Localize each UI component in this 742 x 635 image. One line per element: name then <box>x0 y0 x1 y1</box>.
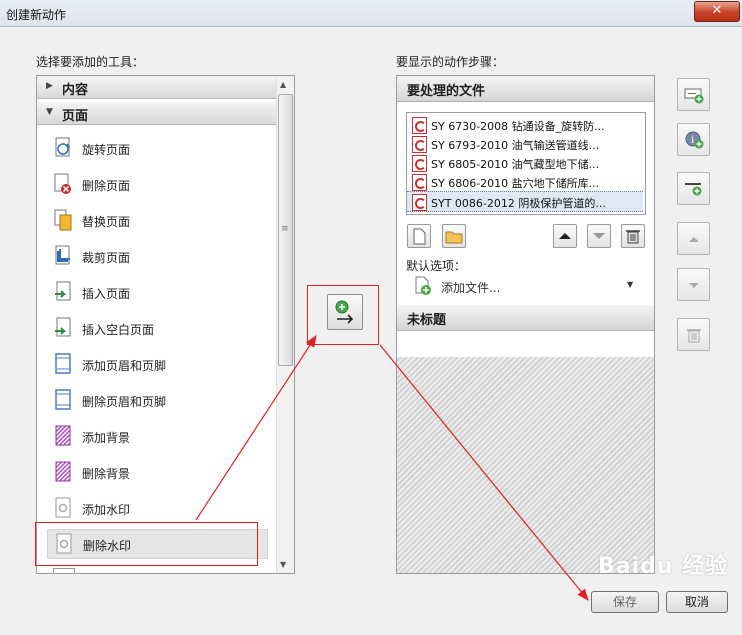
annotation-arrows <box>195 334 589 601</box>
arrow-to-add-button <box>195 334 317 521</box>
arrow-to-save-button <box>379 344 589 601</box>
